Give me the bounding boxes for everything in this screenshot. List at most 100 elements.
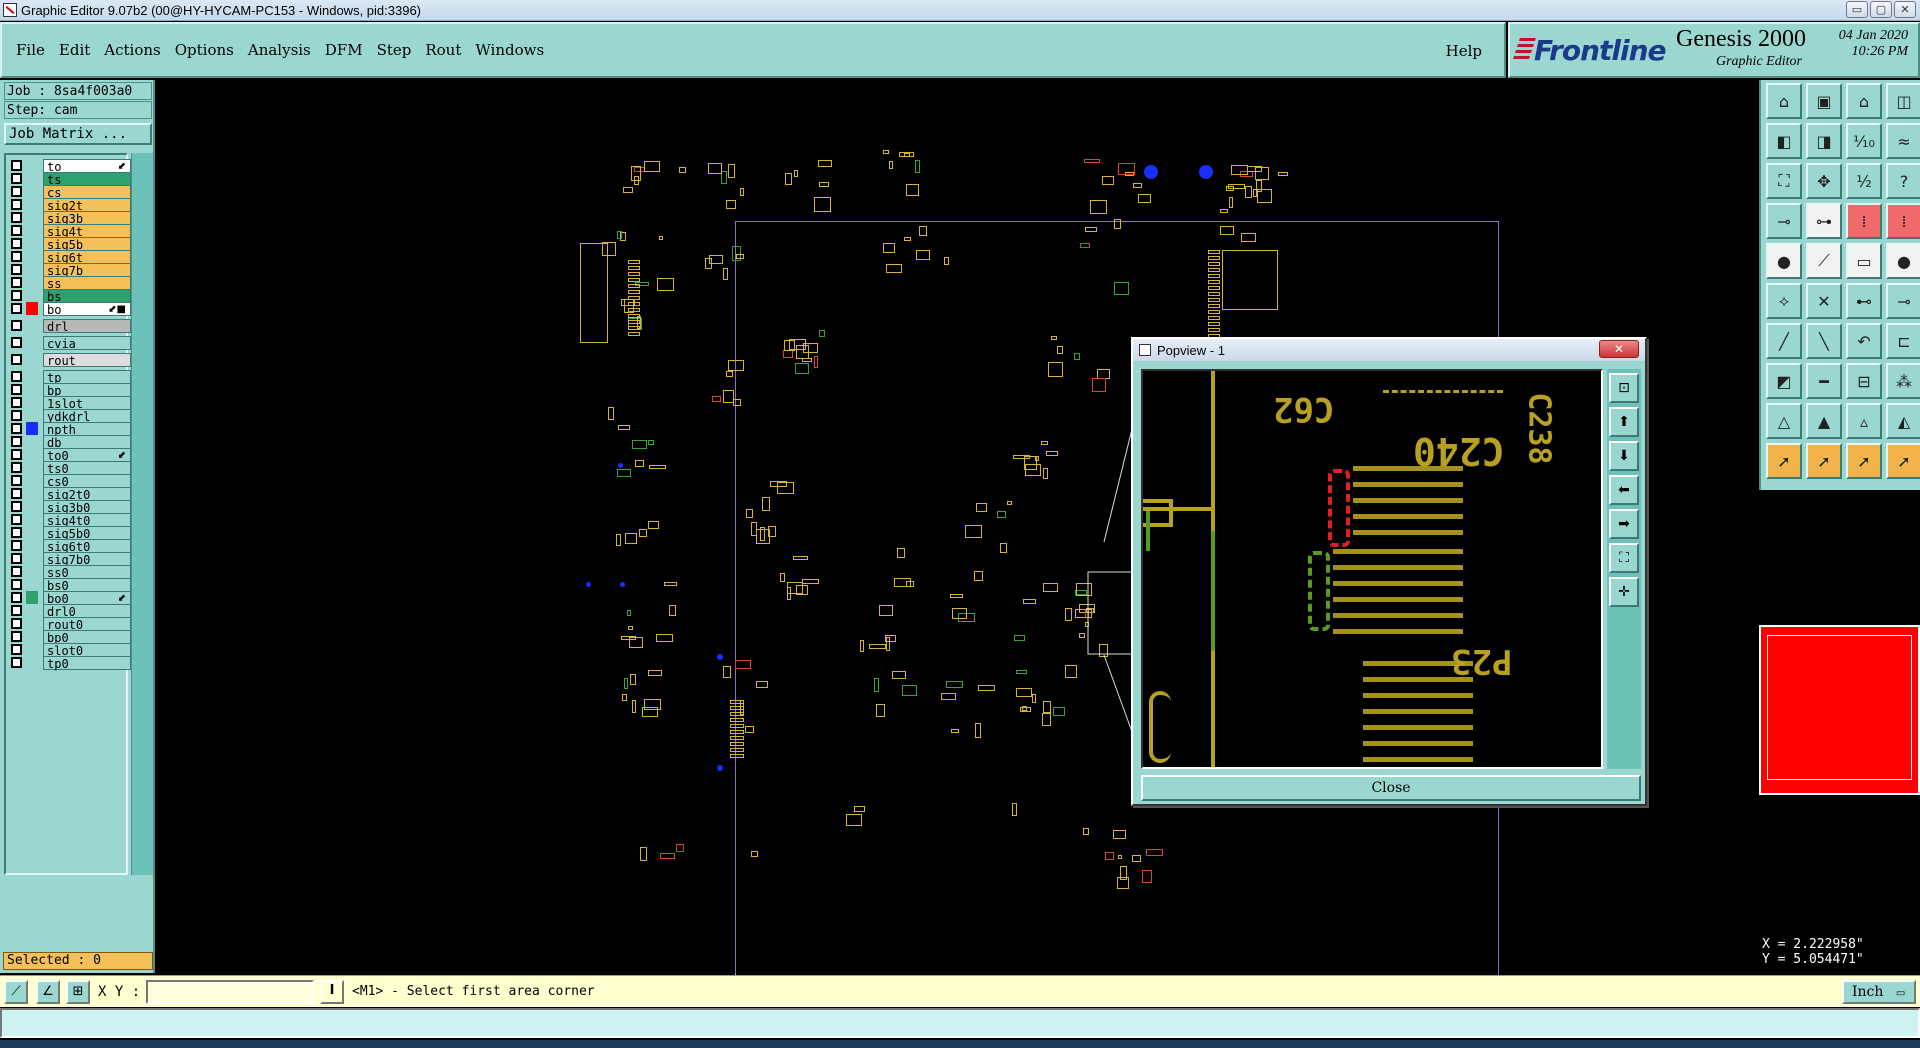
menu-dfm[interactable]: DFM [325,39,363,61]
layer-checkbox[interactable] [11,371,22,382]
cursor-toggle-button[interactable]: I [320,980,344,1004]
layer-name[interactable]: drl [43,318,131,334]
layer-checkbox[interactable] [11,199,22,210]
horizontal-line-icon[interactable]: ━ [1806,363,1842,399]
layer-checkbox[interactable] [11,514,22,525]
layer-checkbox[interactable] [11,384,22,395]
layer-checkbox[interactable] [11,475,22,486]
scale-1-2-icon[interactable]: ½ [1846,163,1882,199]
minimize-button[interactable]: ▭ [1846,1,1868,18]
layer-row-rout[interactable]: rout [8,352,131,368]
pad-add-icon[interactable]: ● [1766,243,1802,279]
popview-close-icon[interactable]: ✕ [1599,340,1639,358]
unit-selector[interactable]: Inch ▭ [1842,980,1916,1004]
layer-checkbox[interactable] [11,540,22,551]
layer-checkbox[interactable] [11,657,22,668]
layer-row-tp0[interactable]: tp0 [8,655,131,671]
layer-checkbox[interactable] [11,212,22,223]
house-icon[interactable]: ⌂ [1846,83,1882,119]
popview-zoom-fit-icon[interactable]: ⊡ [1609,373,1639,403]
layer-checkbox[interactable] [11,225,22,236]
shape-edit-icon[interactable]: ◩ [1766,363,1802,399]
angle-tool-icon[interactable]: ∠ [36,980,60,1004]
menu-file[interactable]: File [16,39,45,61]
pan-left-icon[interactable]: ◧ [1766,123,1802,159]
layer-name[interactable]: cvia [43,335,131,351]
layer-row-bo[interactable]: bo ⬋■ [8,301,131,317]
layer-name[interactable]: rout [43,352,131,368]
layer-name[interactable]: bo ⬋■ [43,301,131,317]
layer-row-drl[interactable]: drl [8,318,131,334]
menu-help[interactable]: Help [1446,40,1482,62]
select-multi-icon[interactable]: ➚ [1886,443,1920,479]
draw-line-icon[interactable]: ╱ [1766,323,1802,359]
menu-edit[interactable]: Edit [59,39,90,61]
triangle-d-icon[interactable]: ◭ [1886,403,1920,439]
layer-checkbox[interactable] [11,488,22,499]
layer-checkbox[interactable] [11,320,22,331]
zoom-wave-icon[interactable]: ≈ [1886,123,1920,159]
menu-step[interactable]: Step [377,39,412,61]
select-arrow-icon[interactable]: ➚ [1766,443,1802,479]
line-draw-icon[interactable]: ⟋ [1806,243,1842,279]
grid-tool-icon[interactable]: ⊞ [66,980,90,1004]
menu-actions[interactable]: Actions [104,39,160,61]
menu-options[interactable]: Options [175,39,234,61]
popview-zoom-area-icon[interactable]: ⛶ [1609,543,1639,573]
layer-checkbox[interactable] [11,462,22,473]
layer-checkbox[interactable] [11,354,22,365]
save-view-icon[interactable]: ▣ [1806,83,1842,119]
popview-pan-right-icon[interactable]: ➡ [1609,509,1639,539]
xy-input[interactable] [146,980,314,1004]
menu-windows[interactable]: Windows [475,39,544,61]
layer-checkbox[interactable] [11,423,22,434]
close-button[interactable]: ✕ [1894,1,1916,18]
layer-checkbox[interactable] [11,618,22,629]
layer-checkbox[interactable] [11,579,22,590]
fit-all-icon[interactable]: ⛶ [1766,163,1802,199]
layer-checkbox[interactable] [11,527,22,538]
popview-zoom-view[interactable]: C62 C240 P23 C238 [1141,369,1603,769]
popview-close-button[interactable]: Close [1141,775,1641,801]
layer-checkbox[interactable] [11,501,22,512]
zoom-home-icon[interactable]: ⌂ [1766,83,1802,119]
triangle-c-icon[interactable]: ▵ [1846,403,1882,439]
pan-right-icon[interactable]: ◨ [1806,123,1842,159]
node-link-icon[interactable]: ⊸ [1886,283,1920,319]
layer-checkbox[interactable] [11,264,22,275]
layer-checkbox[interactable] [11,160,22,171]
dimension-icon[interactable]: ⊟ [1846,363,1882,399]
triangle-a-icon[interactable]: △ [1766,403,1802,439]
layer-checkbox[interactable] [11,290,22,301]
node-line-icon[interactable]: ⊷ [1846,283,1882,319]
layer-checkbox[interactable] [11,449,22,460]
layer-checkbox[interactable] [11,410,22,421]
triangle-b-icon[interactable]: ▲ [1806,403,1842,439]
probe-icon[interactable]: ⊶ [1806,203,1842,239]
layer-checkbox[interactable] [11,337,22,348]
layer-checkbox[interactable] [11,186,22,197]
step-icon[interactable]: ⊏ [1886,323,1920,359]
popview-title-bar[interactable]: Popview - 1 ✕ [1133,339,1645,361]
layer-checkbox[interactable] [11,592,22,603]
layer-checkbox[interactable] [11,566,22,577]
arc-icon[interactable]: ↶ [1846,323,1882,359]
layer-checkbox[interactable] [11,605,22,616]
layer-checkbox[interactable] [11,251,22,262]
layer-name[interactable]: tp0 [43,655,131,671]
zoom-10-icon[interactable]: ⅒ [1846,123,1882,159]
split-view-icon[interactable]: ◫ [1886,83,1920,119]
popview-zoom-in-icon[interactable]: ⬆ [1609,407,1639,437]
draw-diagonal-icon[interactable]: ╲ [1806,323,1842,359]
layers-a-icon[interactable]: ⁞ [1846,203,1882,239]
layer-checkbox[interactable] [11,173,22,184]
layers-b-icon[interactable]: ⁞ [1886,203,1920,239]
select-box-icon[interactable]: ➚ [1806,443,1842,479]
layer-checkbox[interactable] [11,397,22,408]
ruler-icon[interactable]: ▭ [1846,243,1882,279]
popview-zoom-out-icon[interactable]: ⬇ [1609,441,1639,471]
overview-panel[interactable] [1759,625,1920,795]
layer-checkbox[interactable] [11,277,22,288]
maximize-button[interactable]: ▢ [1870,1,1892,18]
select-area-icon[interactable]: ➚ [1846,443,1882,479]
